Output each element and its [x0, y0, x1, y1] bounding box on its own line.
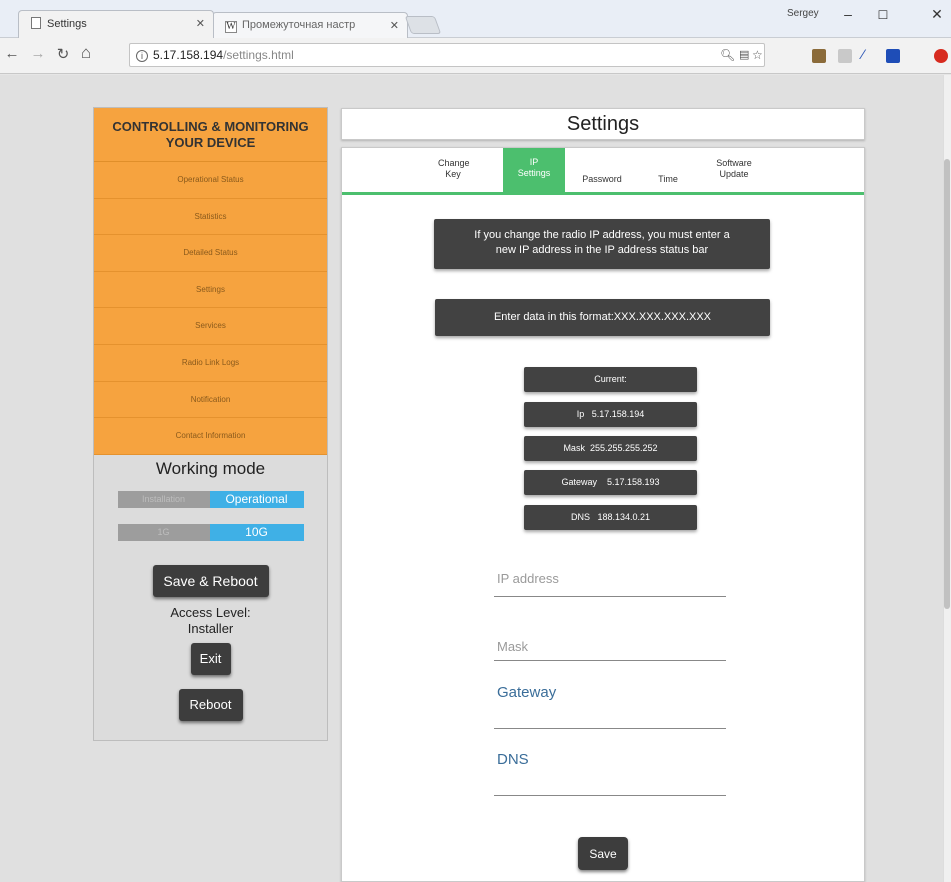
tab-title: Settings [47, 18, 87, 30]
mode-off-option[interactable]: Installation [117, 490, 210, 508]
browser-tab-settings[interactable]: Settings ✕ [18, 10, 214, 38]
sidebar-header-line1: CONTROLLING & MONITORING [112, 119, 309, 134]
tab-change-key[interactable]: Change Key [438, 158, 470, 180]
current-dns: DNS 188.134.0.21 [524, 505, 697, 530]
tab-software-update[interactable]: Software Update [704, 158, 764, 180]
new-tab-button[interactable] [404, 16, 442, 34]
ip-address-placeholder: IP address [497, 571, 559, 586]
extension-blue-icon[interactable] [886, 49, 900, 63]
current-mask: Mask 255.255.255.252 [524, 436, 697, 461]
current-gateway-label: Gateway [561, 477, 597, 487]
settings-panel: Change Key IP Settings Password Time Sof… [341, 147, 865, 882]
ip-change-notice: If you change the radio IP address, you … [434, 219, 770, 269]
current-gateway: Gateway 5.17.158.193 [524, 470, 697, 495]
tab-label-line: Password [582, 174, 622, 184]
close-icon[interactable]: ✕ [390, 19, 399, 32]
extension-pen-icon[interactable]: ⁄ [862, 46, 876, 62]
tab-label-line: IP [529, 157, 539, 167]
working-mode-title: Working mode [155, 458, 266, 478]
gateway-label: Gateway [497, 684, 557, 701]
tab-password[interactable]: Password [567, 174, 637, 185]
home-icon[interactable]: ⌂ [76, 43, 96, 63]
forward-icon[interactable]: → [28, 45, 48, 62]
reboot-button[interactable]: Reboot [178, 688, 243, 721]
gateway-field[interactable]: Gateway [494, 678, 726, 729]
current-dns-value: 188.134.0.21 [597, 512, 651, 522]
save-button[interactable]: Save [578, 837, 628, 870]
current-gateway-value: 5.17.158.193 [606, 477, 660, 487]
current-ip: Ip 5.17.158.194 [524, 402, 697, 427]
url-host: 5.17.158.194 [153, 48, 224, 62]
page-title: Settings [341, 108, 865, 140]
exit-button[interactable]: Exit [190, 642, 231, 675]
format-hint: Enter data in this format:XXX.XXX.XXX.XX… [435, 299, 770, 336]
bookmark-star-icon[interactable]: ☆ [752, 48, 763, 62]
browser-toolbar: ← → ↻ ⌂ i 5.17.158.194/settings.html 🔍︎ ▤… [0, 38, 951, 74]
tab-label-line: Settings [517, 168, 551, 178]
back-icon[interactable]: ← [2, 45, 22, 62]
wikipedia-icon: W [225, 21, 237, 33]
extension-folder-icon[interactable] [812, 49, 826, 63]
zoom-icon[interactable]: 🔍︎ [720, 48, 735, 62]
sidebar-item-settings[interactable]: Settings [94, 271, 327, 309]
speed-on-option[interactable]: 10G [209, 523, 304, 541]
tab-label-line: Key [445, 169, 461, 179]
info-icon[interactable]: i [136, 50, 148, 62]
dns-field[interactable]: DNS [494, 747, 726, 796]
profile-name[interactable]: Sergey [787, 8, 819, 19]
extension-red-icon[interactable] [934, 49, 948, 63]
sidebar-item-operational-status[interactable]: Operational Status [94, 162, 327, 199]
sidebar-item-detailed-status[interactable]: Detailed Status [94, 235, 327, 272]
settings-tabs: Change Key IP Settings Password Time Sof… [342, 148, 864, 195]
browser-tab-wiki[interactable]: W Промежуточная настр ✕ [212, 12, 408, 40]
access-level-value: Installer [187, 620, 234, 636]
tab-label-line: Time [658, 174, 678, 184]
reload-icon[interactable]: ↻ [53, 45, 73, 63]
address-bar[interactable]: i 5.17.158.194/settings.html 🔍︎ ▤ ☆ [129, 43, 765, 67]
mask-field[interactable]: Mask [494, 636, 726, 661]
notice-line: new IP address in the IP address status … [495, 244, 709, 256]
page-icon [31, 17, 41, 29]
extension-gray-icon[interactable] [838, 49, 852, 63]
tab-label-line: Change [438, 158, 470, 168]
close-window-icon[interactable]: ✕ [922, 6, 951, 23]
sidebar-item-services[interactable]: Services [94, 308, 327, 345]
sidebar-header-line2: YOUR DEVICE [165, 135, 256, 150]
sidebar-item-radio-link-logs[interactable]: Radio Link Logs [94, 344, 327, 382]
speed-off-option[interactable]: 1G [117, 523, 210, 541]
sidebar-item-statistics[interactable]: Statistics [94, 198, 327, 236]
tab-time[interactable]: Time [653, 174, 683, 185]
tab-label-line: Update [719, 169, 749, 179]
speed-toggle[interactable]: 1G 10G [117, 523, 304, 541]
translate-icon[interactable]: ▤ [739, 48, 749, 61]
tab-ip-settings[interactable]: IP Settings [503, 148, 565, 192]
tab-label-line: Software [716, 158, 752, 168]
sidebar-item-contact-information[interactable]: Contact Information [94, 418, 327, 455]
mode-on-option[interactable]: Operational [209, 490, 304, 508]
notice-line: If you change the radio IP address, you … [474, 229, 730, 241]
sidebar-item-notification[interactable]: Notification [94, 381, 327, 419]
current-ip-value: 5.17.158.194 [591, 409, 645, 419]
minimize-icon[interactable]: – [833, 6, 863, 22]
browser-titlebar: Settings ✕ W Промежуточная настр ✕ Sergey… [0, 0, 951, 40]
close-icon[interactable]: ✕ [196, 17, 205, 30]
access-level-label: Access Level: [170, 604, 251, 620]
dns-label: DNS [497, 751, 529, 768]
tab-title: Промежуточная настр [242, 19, 356, 31]
url-path: /settings.html [223, 48, 294, 62]
save-reboot-button[interactable]: Save & Reboot [152, 564, 269, 597]
scrollbar-thumb[interactable] [944, 159, 950, 609]
page-scrollbar[interactable] [943, 75, 951, 882]
mask-placeholder: Mask [497, 639, 529, 654]
current-mask-value: 255.255.255.252 [589, 443, 658, 453]
current-mask-label: Mask [563, 443, 585, 453]
sidebar: CONTROLLING & MONITORING YOUR DEVICE Ope… [93, 107, 328, 741]
current-ip-label: Ip [576, 409, 585, 419]
current-heading: Current: [524, 367, 697, 392]
current-dns-label: DNS [570, 512, 590, 522]
working-mode-toggle[interactable]: Installation Operational [117, 490, 304, 508]
sidebar-header: CONTROLLING & MONITORING YOUR DEVICE [94, 108, 327, 162]
maximize-icon[interactable]: ☐ [868, 8, 898, 22]
ip-address-field[interactable]: IP address [494, 568, 726, 597]
